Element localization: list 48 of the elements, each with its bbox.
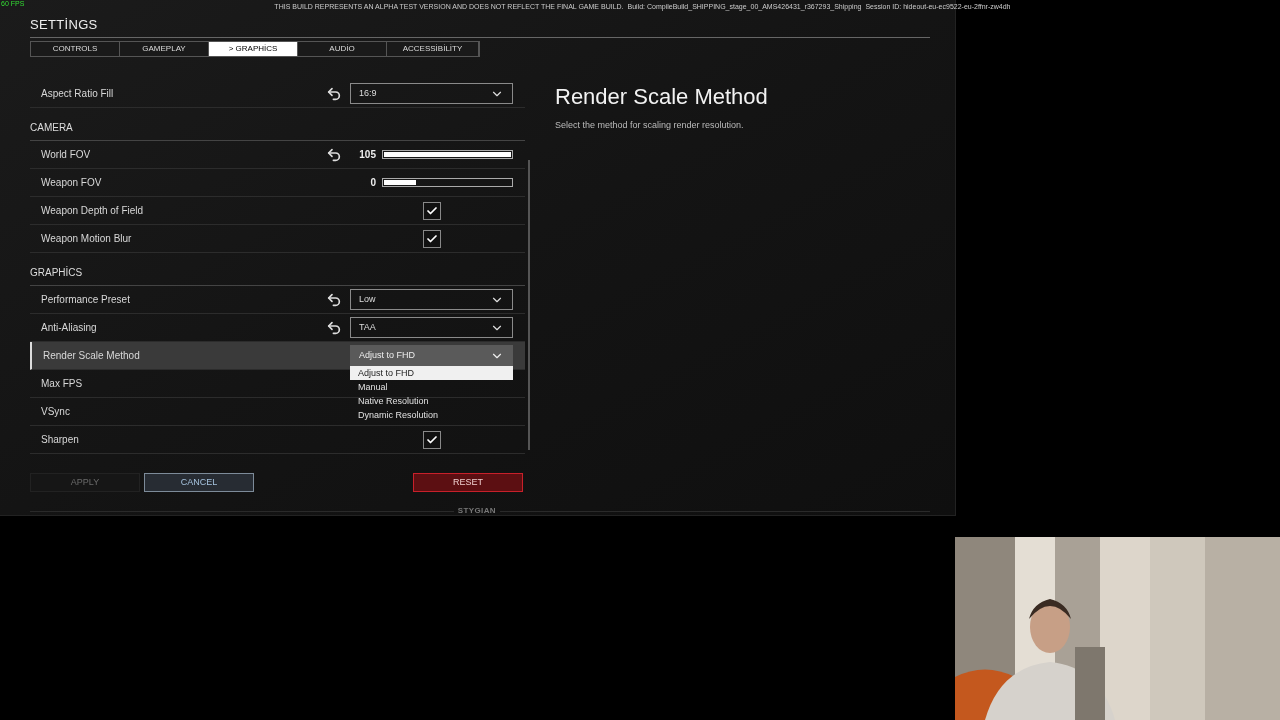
setting-row[interactable]: Aspect Ratio Fill 16:9 [30, 80, 525, 108]
setting-label: Weapon FOV [41, 176, 102, 190]
dropdown[interactable]: Adjust to FHD [350, 345, 513, 366]
reset-icon[interactable] [326, 146, 342, 163]
detail-description: Select the method for scaling render resolution. [555, 119, 745, 132]
reset-button[interactable]: RESET [413, 473, 523, 492]
cancel-button[interactable]: CANCEL [144, 473, 254, 492]
dropdown[interactable]: TAA [350, 317, 513, 338]
slider-value: 0 [370, 176, 376, 190]
section-heading: GRAPHİCS [30, 265, 83, 280]
checkbox[interactable] [422, 229, 441, 248]
setting-label: World FOV [41, 148, 91, 162]
setting-row[interactable]: World FOV 105 [30, 141, 525, 169]
check-icon [425, 204, 438, 217]
setting-row[interactable]: Render Scale Method Adjust to FHD [30, 342, 525, 370]
tab[interactable]: > GRAPHİCS [209, 42, 298, 56]
reset-icon[interactable] [326, 85, 342, 102]
setting-label: VSync [41, 405, 70, 419]
setting-row[interactable]: Weapon FOV 0 [30, 169, 525, 197]
brand-logo: STYGIAN [457, 505, 496, 517]
setting-label: Anti-Aliasing [41, 321, 97, 335]
setting-label: Max FPS [41, 377, 83, 391]
setting-row[interactable]: Sharpen [30, 426, 525, 454]
setting-label: Weapon Depth of Field [41, 204, 144, 218]
dropdown[interactable]: Low [350, 289, 513, 310]
checkbox[interactable] [422, 201, 441, 220]
check-icon [425, 433, 438, 446]
setting-row[interactable]: Weapon Depth of Field [30, 197, 525, 225]
detail-title: Render Scale Method [555, 83, 768, 111]
setting-label: Aspect Ratio Fill [41, 87, 114, 101]
slider[interactable] [382, 178, 513, 187]
setting-label: Sharpen [41, 433, 79, 447]
setting-label: Performance Preset [41, 293, 130, 307]
reset-icon[interactable] [326, 319, 342, 336]
setting-label: Render Scale Method [43, 349, 140, 363]
slider-value: 105 [359, 148, 376, 162]
settings-title: SETTİNGS [30, 17, 98, 32]
setting-row[interactable]: Performance Preset Low [30, 286, 525, 314]
setting-row[interactable]: Weapon Motion Blur [30, 225, 525, 253]
reset-icon[interactable] [326, 291, 342, 308]
check-icon [425, 232, 438, 245]
checkbox[interactable] [422, 430, 441, 449]
dropdown-option[interactable]: Dynamic Resolution [350, 408, 513, 422]
dropdown-option[interactable]: Adjust to FHD [350, 366, 513, 380]
dropdown[interactable]: 16:9 [350, 83, 513, 104]
setting-label: Weapon Motion Blur [41, 232, 132, 246]
section-heading: CAMERA [30, 121, 73, 135]
dropdown-option[interactable]: Manual [350, 380, 513, 394]
